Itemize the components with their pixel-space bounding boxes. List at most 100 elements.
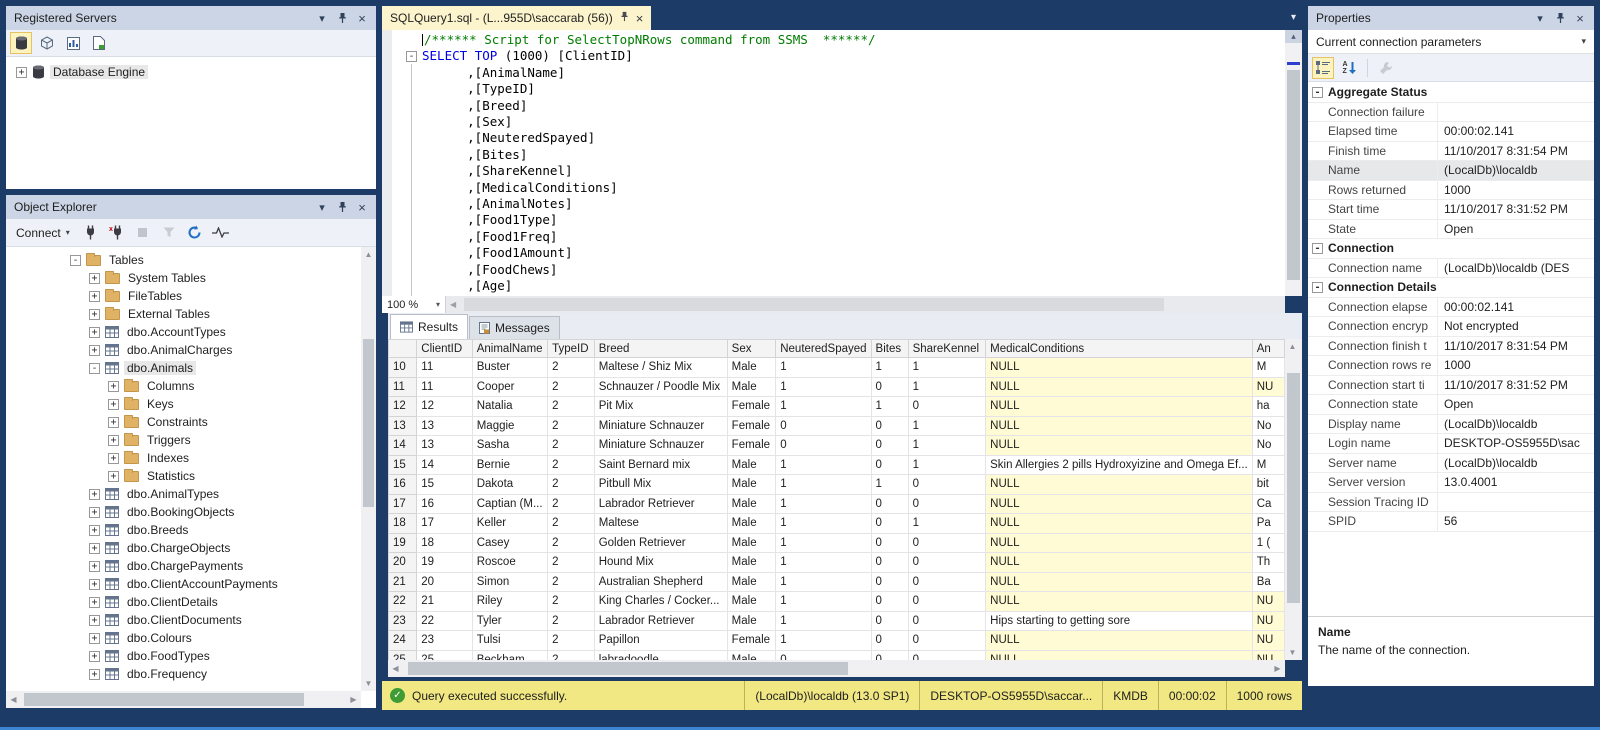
expand-icon[interactable]: + <box>108 453 119 464</box>
grid-cell[interactable]: Keller <box>472 514 547 534</box>
grid-cell[interactable]: Male <box>727 358 776 378</box>
grid-cell[interactable]: 0 <box>908 475 986 495</box>
grid-cell[interactable]: Male <box>727 572 776 592</box>
disconnect-object-icon[interactable]: x <box>106 222 128 244</box>
expand-icon[interactable]: + <box>89 309 100 320</box>
grid-cell[interactable]: Male <box>727 514 776 534</box>
expand-icon[interactable]: + <box>89 525 100 536</box>
grid-cell[interactable]: 15 <box>417 475 472 495</box>
scroll-left-icon[interactable]: ◀ <box>388 661 403 676</box>
grid-cell[interactable]: 19 <box>417 553 472 573</box>
property-row[interactable]: Session Tracing ID <box>1308 493 1594 513</box>
grid-cell[interactable]: No <box>1252 416 1284 436</box>
grid-cell[interactable]: 2 <box>548 611 595 631</box>
grid-cell[interactable]: No <box>1252 436 1284 456</box>
grid-cell[interactable]: 1 <box>776 358 871 378</box>
grid-cell[interactable]: bit <box>1252 475 1284 495</box>
grid-cell[interactable]: 0 <box>908 494 986 514</box>
connect-object-icon[interactable] <box>80 222 102 244</box>
grid-cell[interactable]: Male <box>727 553 776 573</box>
grid-cell[interactable]: Cooper <box>472 377 547 397</box>
grid-cell[interactable]: NULL <box>986 592 1253 612</box>
tree-item[interactable]: +dbo.AccountTypes <box>6 323 361 341</box>
grid-cell[interactable]: Maggie <box>472 416 547 436</box>
grid-cell[interactable]: 13 <box>417 416 472 436</box>
grid-cell[interactable]: 1 <box>871 397 908 417</box>
categorized-icon[interactable] <box>1312 57 1334 79</box>
grid-cell[interactable]: Pitbull Mix <box>594 475 727 495</box>
results-grid[interactable]: ClientIDAnimalNameTypeIDBreedSexNeutered… <box>388 339 1285 660</box>
pin-icon[interactable] <box>334 10 350 26</box>
grid-cell[interactable]: 0 <box>908 611 986 631</box>
refresh-icon[interactable] <box>184 222 206 244</box>
grid-cell[interactable]: Riley <box>472 592 547 612</box>
collapse-icon[interactable]: - <box>70 255 81 266</box>
grid-cell[interactable]: Papillon <box>594 631 727 651</box>
grid-cell[interactable]: 1 <box>776 475 871 495</box>
grid-cell[interactable]: 0 <box>908 631 986 651</box>
grid-cell[interactable]: Skin Allergies 2 pills Hydroxyizine and … <box>986 455 1253 475</box>
pin-icon[interactable] <box>620 11 629 25</box>
tree-item[interactable]: +dbo.BookingObjects <box>6 503 361 521</box>
active-files-dropdown-icon[interactable]: ▾ <box>1291 12 1296 23</box>
grid-cell[interactable]: M <box>1252 455 1284 475</box>
expand-icon[interactable]: + <box>108 435 119 446</box>
tree-item[interactable]: +Statistics <box>6 467 361 485</box>
tree-item[interactable]: +dbo.Frequency <box>6 665 361 683</box>
grid-cell[interactable]: Maltese <box>594 514 727 534</box>
grid-cell[interactable]: 1 <box>908 514 986 534</box>
property-row[interactable]: Connection failure <box>1308 103 1594 123</box>
grid-cell[interactable]: 0 <box>871 631 908 651</box>
tree-item[interactable]: +dbo.FoodTypes <box>6 647 361 665</box>
property-row[interactable]: Connection name(LocalDb)\localdb (DES <box>1308 259 1594 279</box>
grid-cell[interactable]: 0 <box>908 572 986 592</box>
tree-item[interactable]: +dbo.AnimalCharges <box>6 341 361 359</box>
grid-column-header[interactable]: MedicalConditions <box>986 340 1253 358</box>
grid-cell[interactable]: Simon <box>472 572 547 592</box>
tab-results[interactable]: Results <box>390 314 468 339</box>
grid-cell[interactable]: NULL <box>986 572 1253 592</box>
grid-cell[interactable]: 0 <box>908 533 986 553</box>
window-position-icon[interactable]: ▾ <box>1532 10 1548 26</box>
grid-cell[interactable]: Captian (M... <box>472 494 547 514</box>
grid-cell[interactable]: 23 <box>389 611 417 631</box>
grid-cell[interactable]: Sasha <box>472 436 547 456</box>
grid-cell[interactable]: NULL <box>986 397 1253 417</box>
grid-cell[interactable]: 0 <box>871 455 908 475</box>
expand-icon[interactable]: + <box>108 471 119 482</box>
grid-cell[interactable]: Male <box>727 650 776 660</box>
property-row[interactable]: Rows returned1000 <box>1308 181 1594 201</box>
property-row[interactable]: Server name(LocalDb)\localdb <box>1308 454 1594 474</box>
grid-cell[interactable]: 13 <box>417 436 472 456</box>
grid-cell[interactable]: 2 <box>548 494 595 514</box>
grid-cell[interactable]: NU <box>1252 611 1284 631</box>
grid-cell[interactable]: ha <box>1252 397 1284 417</box>
grid-cell[interactable]: 16 <box>417 494 472 514</box>
grid-cell[interactable]: 1 <box>776 631 871 651</box>
grid-column-header[interactable]: Sex <box>727 340 776 358</box>
grid-cell[interactable]: 14 <box>389 436 417 456</box>
grid-cell[interactable]: 1 <box>776 494 871 514</box>
expand-icon[interactable]: + <box>89 489 100 500</box>
grid-cell[interactable]: NULL <box>986 514 1253 534</box>
grid-cell[interactable]: 2 <box>548 397 595 417</box>
grid-cell[interactable]: Hound Mix <box>594 553 727 573</box>
grid-cell[interactable]: 2 <box>548 358 595 378</box>
grid-cell[interactable]: 19 <box>389 533 417 553</box>
expand-icon[interactable]: + <box>89 345 100 356</box>
grid-cell[interactable]: 23 <box>417 631 472 651</box>
property-row[interactable]: Connection encrypNot encrypted <box>1308 317 1594 337</box>
window-position-icon[interactable]: ▾ <box>314 199 330 215</box>
property-row[interactable]: Elapsed time00:00:02.141 <box>1308 122 1594 142</box>
close-icon[interactable]: × <box>636 11 644 26</box>
grid-cell[interactable]: 0 <box>871 416 908 436</box>
scroll-down-icon[interactable]: ▼ <box>1285 645 1300 660</box>
grid-cell[interactable]: 18 <box>389 514 417 534</box>
grid-cell[interactable]: 1 <box>776 553 871 573</box>
property-section-header[interactable]: -Connection <box>1308 239 1594 259</box>
tree-item[interactable]: +Columns <box>6 377 361 395</box>
reporting-services-icon[interactable] <box>62 32 84 54</box>
grid-cell[interactable]: Female <box>727 416 776 436</box>
grid-cell[interactable]: Male <box>727 494 776 514</box>
grid-cell[interactable]: 13 <box>389 416 417 436</box>
